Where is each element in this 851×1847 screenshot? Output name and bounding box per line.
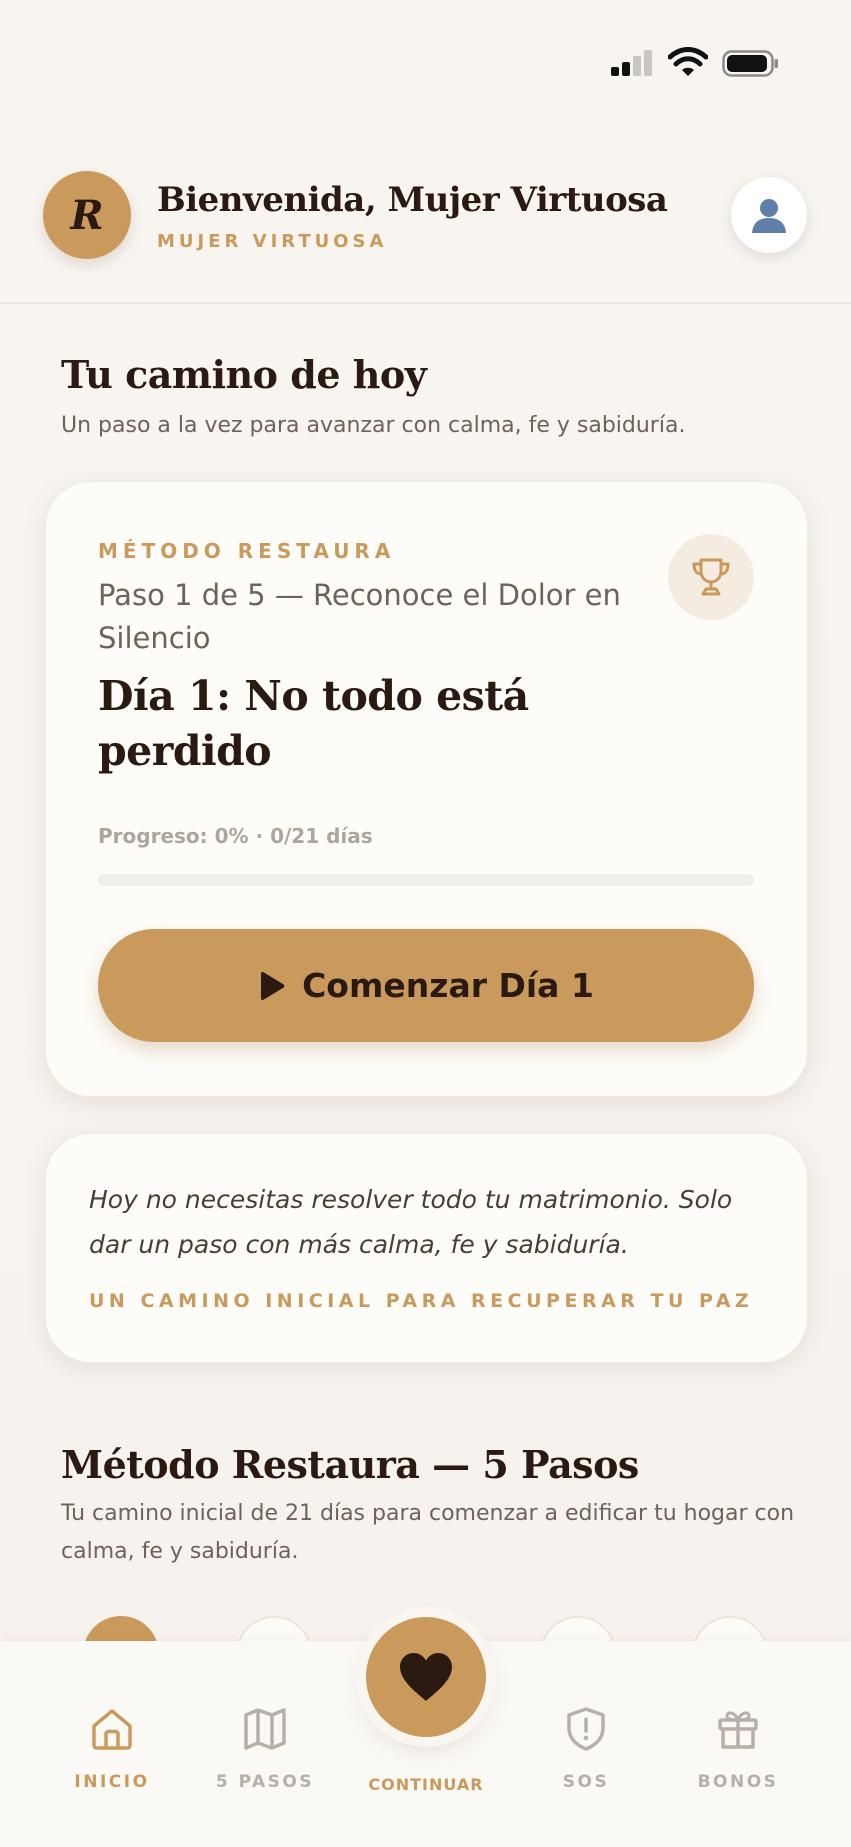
signal-icon xyxy=(611,50,652,76)
profile-button[interactable] xyxy=(731,177,807,253)
nav-inicio[interactable]: INICIO xyxy=(37,1641,187,1847)
welcome-subtitle: MUJER VIRTUOSA xyxy=(157,231,388,252)
home-screen: R Bienvenida, Mujer Virtuosa MUJER VIRTU… xyxy=(0,0,851,1847)
map-icon xyxy=(244,1708,286,1750)
nav-bonos-label: BONOS xyxy=(697,1772,779,1792)
user-icon xyxy=(752,199,786,233)
welcome-title: Bienvenida, Mujer Virtuosa xyxy=(157,180,668,220)
shield-alert-icon xyxy=(567,1707,605,1751)
quote-text: Hoy no necesitas resolver todo tu matrim… xyxy=(89,1185,733,1259)
battery-icon xyxy=(722,50,778,77)
nav-5-pasos-label: 5 PASOS xyxy=(215,1772,315,1792)
avatar-initial: R xyxy=(70,191,104,239)
wifi-icon xyxy=(668,47,708,76)
gift-icon xyxy=(718,1711,758,1749)
start-day-button[interactable]: Comenzar Día 1 xyxy=(98,929,754,1042)
quote-card: Hoy no necesitas resolver todo tu matrim… xyxy=(45,1133,808,1363)
method-section-subtitle: Tu camino inicial de 21 días para comenz… xyxy=(61,1501,795,1564)
nav-sos[interactable]: SOS xyxy=(511,1641,661,1847)
play-icon xyxy=(261,971,285,1000)
home-icon xyxy=(92,1709,132,1750)
status-bar xyxy=(0,0,851,120)
trophy-badge xyxy=(668,534,754,620)
continue-label: CONTINUAR xyxy=(368,1775,484,1794)
progress-bar xyxy=(98,874,754,886)
method-label: MÉTODO RESTAURA xyxy=(98,539,396,563)
nav-sos-label: SOS xyxy=(562,1772,610,1792)
progress-text: Progreso: 0% · 0/21 días xyxy=(98,824,373,848)
daily-step-card: MÉTODO RESTAURA Paso 1 de 5 — Reconoce e… xyxy=(45,481,808,1097)
method-section-title: Método Restaura — 5 Pasos xyxy=(61,1442,639,1487)
trophy-icon xyxy=(692,558,730,596)
heart-icon xyxy=(400,1653,452,1701)
app-header: R Bienvenida, Mujer Virtuosa MUJER VIRTU… xyxy=(0,150,851,304)
nav-bonos[interactable]: BONOS xyxy=(663,1641,813,1847)
quote-caption: UN CAMINO INICIAL PARA RECUPERAR TU PAZ xyxy=(89,1290,754,1312)
today-subtitle: Un paso a la vez para avanzar con calma,… xyxy=(61,413,686,438)
step-label: Paso 1 de 5 — Reconoce el Dolor en Silen… xyxy=(98,578,621,655)
nav-inicio-label: INICIO xyxy=(74,1772,150,1792)
today-title: Tu camino de hoy xyxy=(61,352,427,397)
start-day-label: Comenzar Día 1 xyxy=(302,966,594,1005)
avatar[interactable]: R xyxy=(43,171,131,259)
day-title: Día 1: No todo está perdido xyxy=(98,672,529,775)
nav-5-pasos[interactable]: 5 PASOS xyxy=(190,1641,340,1847)
continue-button[interactable] xyxy=(366,1617,486,1737)
